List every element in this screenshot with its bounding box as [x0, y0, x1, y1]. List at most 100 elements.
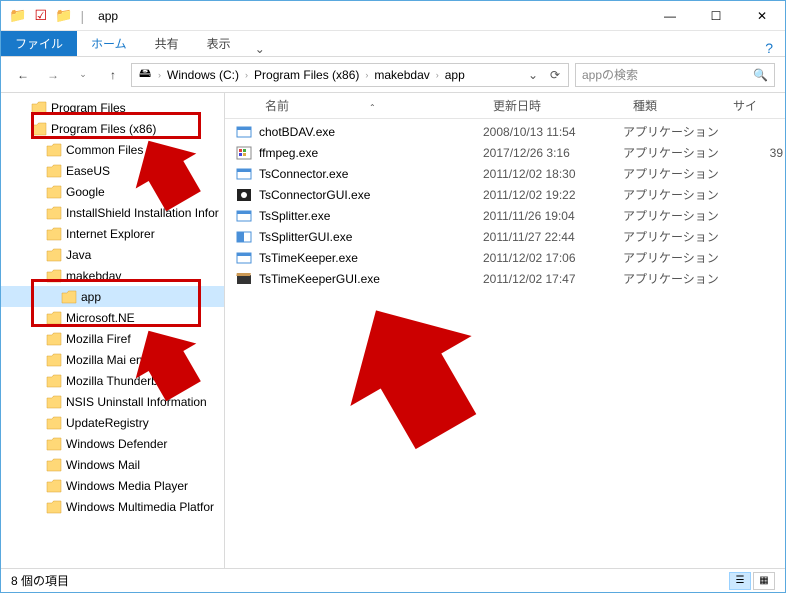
back-button[interactable]: ← [11, 63, 35, 87]
folder-icon [46, 416, 62, 430]
sort-asc-icon: ⌃ [369, 103, 376, 112]
file-row[interactable]: TsTimeKeeper.exe2011/12/02 17:06アプリケーション [225, 247, 785, 268]
folder-icon [61, 290, 77, 304]
status-text: 8 個の項目 [11, 572, 69, 589]
file-row[interactable]: TsSplitterGUI.exe2011/11/27 22:44アプリケーショ… [225, 226, 785, 247]
address-bar[interactable]: 🖴 › Windows (C:) › Program Files (x86) ›… [131, 63, 569, 87]
breadcrumb[interactable]: Program Files (x86) [250, 68, 363, 82]
chevron-right-icon[interactable]: › [243, 70, 250, 80]
tree-label: Microsoft.NE [66, 311, 135, 325]
pin-icon[interactable]: ☑ [34, 7, 47, 24]
tree-node[interactable]: Mozilla Mai ervice [1, 349, 224, 370]
address-dropdown-icon[interactable]: ⌄ [522, 68, 544, 82]
forward-button[interactable]: → [41, 63, 65, 87]
tree-label: makebdav [66, 269, 121, 283]
chevron-right-icon[interactable]: › [156, 70, 163, 80]
breadcrumb[interactable]: Windows (C:) [163, 68, 243, 82]
tree-node[interactable]: Google [1, 181, 224, 202]
tree-node[interactable]: InstallShield Installation Infor [1, 202, 224, 223]
breadcrumb[interactable]: app [441, 68, 469, 82]
file-row[interactable]: TsSplitter.exe2011/11/26 19:04アプリケーション [225, 205, 785, 226]
tree-pane[interactable]: Program Files Program Files (x86) Common F… [1, 93, 225, 570]
folder-icon [46, 374, 62, 388]
tab-home[interactable]: ホーム [77, 31, 141, 56]
folder-icon [46, 248, 62, 262]
view-icons-button[interactable]: ▦ [753, 572, 775, 590]
tree-label: EaseUS [66, 164, 110, 178]
tree-node[interactable]: Program Files [1, 97, 224, 118]
tree-node[interactable]: Windows Multimedia Platfor [1, 496, 224, 517]
tab-view[interactable]: 表示 [193, 31, 245, 56]
column-headers: 名前⌃ 更新日時 種類 サイ [225, 93, 785, 119]
tree-node[interactable]: Common Files [1, 139, 224, 160]
tree-node[interactable]: NSIS Uninstall Information [1, 391, 224, 412]
file-name: TsConnector.exe [259, 167, 483, 181]
file-type: アプリケーション [623, 186, 723, 203]
file-icon [235, 166, 253, 182]
title-bar: 📁 ☑ 📁 | app — ☐ ✕ [1, 1, 785, 31]
tree-label: Program Files (x86) [51, 122, 156, 136]
folder-icon [46, 143, 62, 157]
tree-label: Windows Mail [66, 458, 140, 472]
column-type[interactable]: 種類 [625, 97, 725, 114]
file-row[interactable]: chotBDAV.exe2008/10/13 11:54アプリケーション [225, 121, 785, 142]
ribbon-expand-icon[interactable]: ⌄ [245, 42, 275, 56]
file-list[interactable]: chotBDAV.exe2008/10/13 11:54アプリケーションffmp… [225, 119, 785, 289]
file-row[interactable]: TsTimeKeeperGUI.exe2011/12/02 17:47アプリケー… [225, 268, 785, 289]
file-icon [235, 250, 253, 266]
column-size[interactable]: サイ [725, 97, 785, 114]
tree-node[interactable]: Java [1, 244, 224, 265]
maximize-button[interactable]: ☐ [693, 1, 739, 31]
column-date[interactable]: 更新日時 [485, 97, 625, 114]
tab-file[interactable]: ファイル [1, 31, 77, 56]
search-input[interactable]: appの検索 🔍 [575, 63, 775, 87]
file-date: 2011/12/02 17:06 [483, 251, 623, 265]
recent-dropdown-icon[interactable]: ⌄ [71, 63, 95, 87]
breadcrumb[interactable]: makebdav [370, 68, 433, 82]
file-type: アプリケーション [623, 144, 723, 161]
tree-node[interactable]: makebdav [1, 265, 224, 286]
file-row[interactable]: TsConnector.exe2011/12/02 18:30アプリケーション [225, 163, 785, 184]
view-details-button[interactable]: ☰ [729, 572, 751, 590]
folder-icon [46, 500, 62, 514]
tree-node[interactable]: Internet Explorer [1, 223, 224, 244]
folder-icon [46, 395, 62, 409]
tree-label: Mozilla Mai ervice [66, 353, 161, 367]
tree-node[interactable]: Microsoft.NE [1, 307, 224, 328]
file-date: 2008/10/13 11:54 [483, 125, 623, 139]
help-icon[interactable]: ? [753, 40, 785, 56]
content-pane: 名前⌃ 更新日時 種類 サイ chotBDAV.exe2008/10/13 11… [225, 93, 785, 570]
file-row[interactable]: ffmpeg.exe2017/12/26 3:16アプリケーション39 [225, 142, 785, 163]
tree-label: Program Files [51, 101, 126, 115]
tree-node[interactable]: app [1, 286, 224, 307]
chevron-right-icon[interactable]: › [363, 70, 370, 80]
file-date: 2011/12/02 19:22 [483, 188, 623, 202]
up-button[interactable]: ↑ [101, 63, 125, 87]
refresh-icon[interactable]: ⟳ [544, 68, 566, 82]
folder-icon [46, 185, 62, 199]
tree-node[interactable]: Windows Defender [1, 433, 224, 454]
tree-node[interactable]: Windows Mail [1, 454, 224, 475]
tab-share[interactable]: 共有 [141, 31, 193, 56]
file-name: TsTimeKeeperGUI.exe [259, 272, 483, 286]
qat-divider: | [80, 8, 84, 24]
file-name: TsSplitterGUI.exe [259, 230, 483, 244]
folder-icon [46, 332, 62, 346]
minimize-button[interactable]: — [647, 1, 693, 31]
file-name: ffmpeg.exe [259, 146, 483, 160]
tree-node[interactable]: UpdateRegistry [1, 412, 224, 433]
close-button[interactable]: ✕ [739, 1, 785, 31]
column-name[interactable]: 名前⌃ [225, 97, 485, 114]
chevron-right-icon[interactable]: › [434, 70, 441, 80]
tree-node[interactable]: Windows Media Player [1, 475, 224, 496]
file-type: アプリケーション [623, 165, 723, 182]
tree-node[interactable]: Program Files (x86) [1, 118, 224, 139]
tree-node[interactable]: EaseUS [1, 160, 224, 181]
tree-node[interactable]: Mozilla Thunderbird [1, 370, 224, 391]
file-size: 39 [723, 146, 783, 160]
folder-icon [31, 101, 47, 115]
tree-label: Internet Explorer [66, 227, 155, 241]
tree-node[interactable]: Mozilla Firef [1, 328, 224, 349]
tree-label: Java [66, 248, 91, 262]
file-row[interactable]: TsConnectorGUI.exe2011/12/02 19:22アプリケーシ… [225, 184, 785, 205]
